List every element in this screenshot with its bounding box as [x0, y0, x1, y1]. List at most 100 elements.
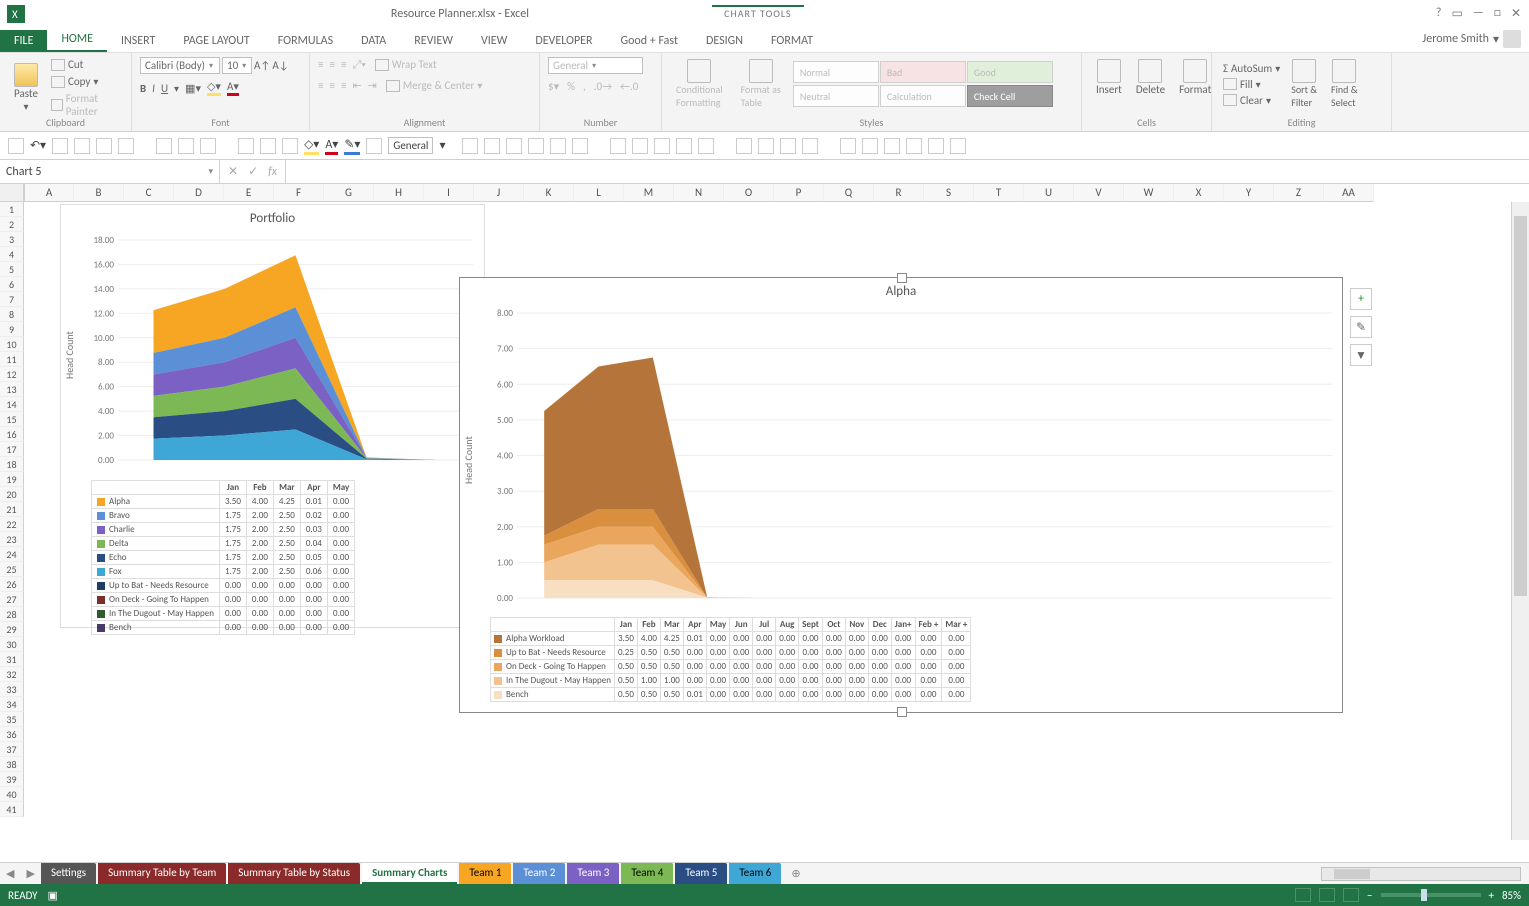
tab-formulas[interactable]: FORMULAS	[264, 30, 347, 52]
align-right-icon[interactable]: ≡	[341, 79, 346, 92]
chart-styles-button[interactable]: ✎	[1350, 316, 1372, 338]
tab-home[interactable]: HOME	[47, 28, 107, 52]
tab-design[interactable]: DESIGN	[692, 30, 757, 52]
style-good[interactable]: Good	[967, 61, 1053, 83]
qat-icon[interactable]	[884, 138, 900, 154]
qat-icon[interactable]	[550, 138, 566, 154]
qat-icon[interactable]	[610, 138, 626, 154]
comma-button[interactable]: ,	[583, 80, 586, 93]
qat-icon[interactable]	[736, 138, 752, 154]
align-middle-icon[interactable]: ≡	[329, 58, 334, 71]
chart-portfolio[interactable]: Portfolio Head Count 0.002.004.006.008.0…	[60, 204, 485, 628]
qat-icon[interactable]	[572, 138, 588, 154]
save-icon[interactable]	[8, 138, 24, 154]
undo-icon[interactable]: ↶▾	[30, 138, 46, 153]
sheet-tab[interactable]: Summary Table by Status	[228, 863, 360, 884]
sheet-tab[interactable]: Team 6	[729, 863, 781, 884]
cut-button[interactable]: Cut	[48, 57, 123, 72]
find-select-button[interactable]: Find & Select	[1325, 57, 1363, 111]
format-as-table-button[interactable]: Format as Table	[735, 57, 787, 111]
font-size-combo[interactable]: 10	[222, 57, 252, 74]
autosum-button[interactable]: ΣAutoSum▾	[1220, 61, 1283, 76]
wrap-text-button[interactable]: Wrap Text	[372, 57, 440, 72]
qat-icon[interactable]	[484, 138, 500, 154]
tab-developer[interactable]: DEVELOPER	[521, 30, 606, 52]
account-menu[interactable]: Jerome Smith▾	[1414, 26, 1529, 52]
font-color-button[interactable]: A▾	[227, 80, 239, 96]
scrollbar-thumb[interactable]	[1514, 216, 1527, 596]
qat-icon[interactable]	[840, 138, 856, 154]
zoom-out-button[interactable]: −	[1367, 889, 1372, 902]
merge-center-button[interactable]: Merge & Center▾	[383, 78, 486, 93]
close-icon[interactable]: ✕	[1511, 6, 1521, 21]
worksheet-grid[interactable]: ABCDEFGHIJKLMNOPQRSTUVWXYZAA 12345678910…	[0, 184, 1529, 840]
tab-page-layout[interactable]: PAGE LAYOUT	[169, 30, 263, 52]
orientation-icon[interactable]: ⤢▾	[352, 58, 365, 72]
zoom-slider[interactable]	[1381, 893, 1481, 897]
sheet-nav-prev[interactable]: ◀	[0, 867, 20, 880]
qat-icon[interactable]	[802, 138, 818, 154]
indent-dec-icon[interactable]: ⇤	[352, 79, 361, 92]
style-calculation[interactable]: Calculation	[880, 85, 966, 107]
tab-insert[interactable]: INSERT	[107, 30, 169, 52]
conditional-formatting-button[interactable]: Conditional Formatting	[670, 57, 729, 111]
qat-icon[interactable]	[676, 138, 692, 154]
zoom-in-button[interactable]: +	[1489, 889, 1494, 902]
font-name-combo[interactable]: Calibri (Body)	[140, 57, 220, 74]
vertical-scrollbar[interactable]	[1511, 202, 1529, 840]
underline-button[interactable]: U	[161, 82, 168, 95]
qat-icon[interactable]	[156, 138, 172, 154]
minimize-icon[interactable]: —	[1473, 6, 1484, 21]
qat-icon[interactable]	[260, 138, 276, 154]
qat-icon[interactable]	[654, 138, 670, 154]
qat-icon[interactable]	[238, 138, 254, 154]
tab-review[interactable]: REVIEW	[400, 30, 467, 52]
sheet-tab[interactable]: Team 4	[621, 863, 673, 884]
style-check-cell[interactable]: Check Cell	[967, 85, 1053, 107]
sheet-tab[interactable]: Summary Table by Team	[98, 863, 226, 884]
macro-record-icon[interactable]: ▣	[48, 889, 58, 902]
qat-icon[interactable]	[462, 138, 478, 154]
qat-icon[interactable]	[928, 138, 944, 154]
formula-bar[interactable]	[286, 160, 1529, 183]
qat-icon[interactable]	[178, 138, 194, 154]
border-button[interactable]: ▦▾	[185, 82, 201, 95]
insert-cells-button[interactable]: Insert	[1090, 57, 1128, 98]
qat-icon[interactable]	[282, 138, 298, 154]
indent-inc-icon[interactable]: ⇥	[368, 79, 377, 92]
border-qat-icon[interactable]: ✎▾	[344, 137, 360, 155]
fill-button[interactable]: Fill▾	[1220, 77, 1283, 92]
style-normal[interactable]: Normal	[793, 61, 879, 83]
bold-button[interactable]: B	[140, 82, 146, 95]
qat-icon[interactable]	[200, 138, 216, 154]
qat-icon[interactable]	[528, 138, 544, 154]
style-neutral[interactable]: Neutral	[793, 85, 879, 107]
ribbon-display-icon[interactable]: ▭	[1451, 6, 1462, 21]
decrease-font-icon[interactable]: A↓	[272, 59, 288, 72]
maximize-icon[interactable]: □	[1494, 6, 1501, 21]
tab-data[interactable]: DATA	[347, 30, 400, 52]
chart-filters-button[interactable]: ▼	[1350, 344, 1372, 366]
qat-icon[interactable]	[506, 138, 522, 154]
chart-elements-button[interactable]: +	[1350, 288, 1372, 310]
format-painter-button[interactable]: Format Painter	[48, 91, 123, 119]
align-center-icon[interactable]: ≡	[329, 79, 334, 92]
percent-button[interactable]: %	[567, 80, 575, 93]
select-all-corner[interactable]	[0, 184, 24, 202]
number-format-qat[interactable]: General	[388, 137, 433, 154]
number-format-combo[interactable]: General	[548, 57, 643, 74]
zoom-level[interactable]: 85%	[1502, 889, 1521, 902]
chart-alpha[interactable]: + ✎ ▼ Alpha Head Count 0.001.002.003.004…	[459, 277, 1343, 713]
sheet-tab[interactable]: Settings	[41, 863, 96, 884]
sheet-tab[interactable]: Summary Charts	[362, 863, 457, 884]
style-bad[interactable]: Bad	[880, 61, 966, 83]
sheet-nav-next[interactable]: ▶	[20, 867, 40, 880]
new-sheet-button[interactable]: ⊕	[783, 867, 808, 880]
horizontal-scrollbar[interactable]	[1321, 867, 1521, 881]
cancel-formula-icon[interactable]: ✕	[228, 164, 238, 179]
clear-button[interactable]: Clear▾	[1220, 93, 1283, 108]
qat-icon[interactable]	[950, 138, 966, 154]
currency-button[interactable]: $▾	[548, 80, 559, 93]
sheet-tab[interactable]: Team 5	[675, 863, 727, 884]
qat-icon[interactable]	[52, 138, 68, 154]
